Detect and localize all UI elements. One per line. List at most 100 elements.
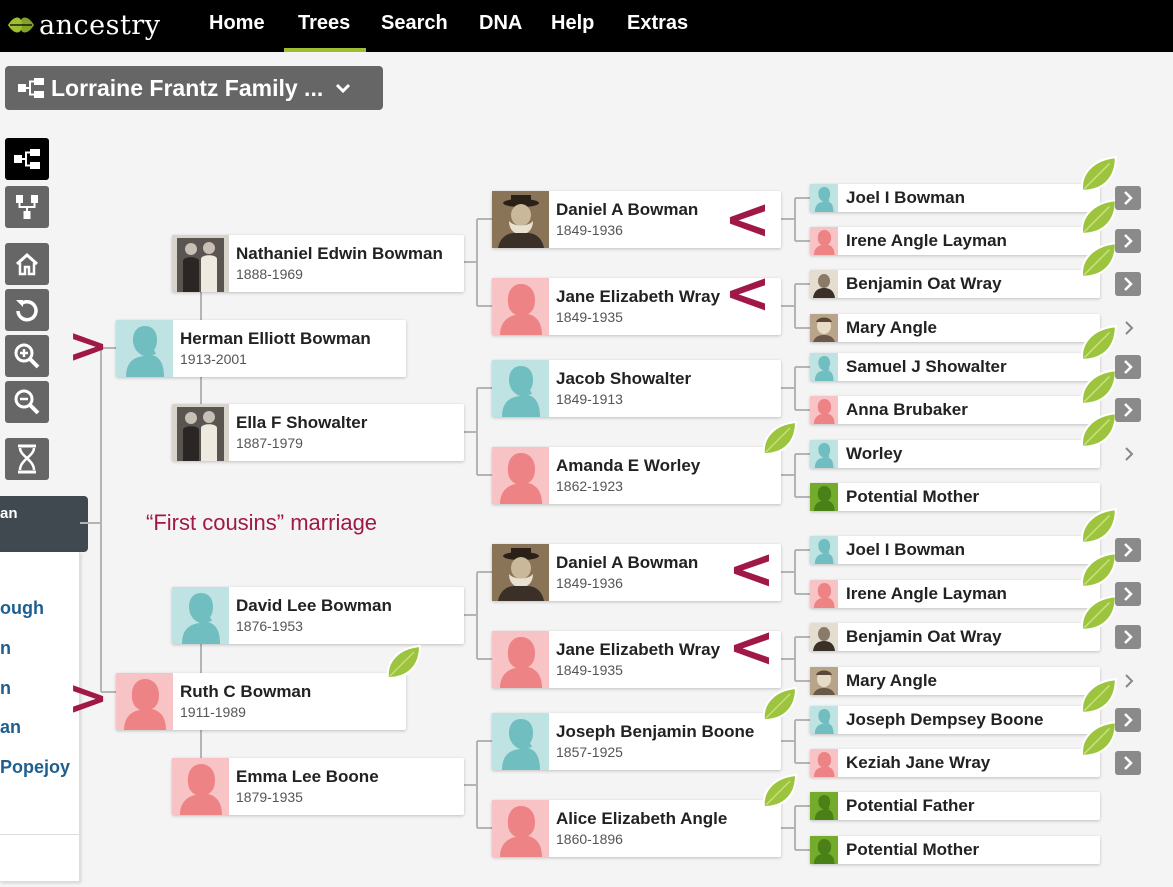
hint-leaf-icon[interactable] <box>760 686 798 722</box>
person-card-nathaniel[interactable]: Nathaniel Edwin Bowman 1888-1969 <box>172 235 464 292</box>
person-card-herman[interactable]: Herman Elliott Bowman 1913-2001 <box>116 320 406 377</box>
person-name: Potential Father <box>846 796 975 815</box>
person-card-anna[interactable]: Anna Brubaker <box>810 396 1100 424</box>
person-name: Benjamin Oat Wray <box>846 274 1002 293</box>
person-card-emma[interactable]: Emma Lee Boone 1879-1935 <box>172 758 464 815</box>
chevron-right-icon[interactable] <box>1115 272 1141 296</box>
annotation-arrow-daniel-2: < <box>728 537 775 602</box>
chevron-right-icon[interactable] <box>1115 229 1141 253</box>
person-card-joseph-dempsey[interactable]: Joseph Dempsey Boone <box>810 706 1100 734</box>
person-name: Mary Angle <box>846 318 938 337</box>
annotation-arrow-herman: > <box>68 318 109 374</box>
person-card-irene-1[interactable]: Irene Angle Layman <box>810 227 1100 255</box>
person-card-potential-mother-2[interactable]: Potential Mother <box>810 836 1100 864</box>
person-name: Alice Elizabeth Angle <box>556 809 728 828</box>
person-name: Jane Elizabeth Wray <box>556 640 721 659</box>
person-card-jacob[interactable]: Jacob Showalter 1849-1913 <box>492 360 781 417</box>
person-card-potential-mother-1[interactable]: Potential Mother <box>810 483 1100 511</box>
person-name: Amanda E Worley <box>556 456 701 475</box>
female-silhouette-icon <box>172 758 229 815</box>
person-dates: 1888-1969 <box>236 266 303 282</box>
chevron-right-icon[interactable] <box>1122 671 1136 691</box>
chevron-right-icon[interactable] <box>1115 538 1141 562</box>
person-name: Samuel J Showalter <box>846 357 1007 376</box>
male-silhouette-icon <box>172 587 229 644</box>
hint-leaf-icon[interactable] <box>1078 411 1118 449</box>
chevron-right-icon[interactable] <box>1115 582 1141 606</box>
chevron-right-icon[interactable] <box>1115 751 1141 775</box>
person-name: Joel I Bowman <box>846 540 966 559</box>
person-dates: 1849-1936 <box>556 222 623 238</box>
annotation-arrow-daniel-1: < <box>724 187 771 252</box>
person-photo <box>810 667 838 695</box>
person-photo <box>810 270 838 298</box>
person-photo <box>810 314 838 342</box>
person-card-benjamin-1[interactable]: Benjamin Oat Wray <box>810 270 1100 298</box>
person-name: Daniel A Bowman <box>556 200 699 219</box>
hint-leaf-icon[interactable] <box>1078 551 1118 589</box>
person-photo <box>172 235 229 292</box>
hint-leaf-icon[interactable] <box>384 644 422 680</box>
female-silhouette-icon <box>810 227 838 255</box>
person-dates: 1879-1935 <box>236 789 303 805</box>
person-card-amanda[interactable]: Amanda E Worley 1862-1923 <box>492 447 781 504</box>
annotation-label: “First cousins” marriage <box>146 510 378 535</box>
hint-leaf-icon[interactable] <box>760 773 798 809</box>
person-photo <box>492 544 549 601</box>
person-dates: 1849-1913 <box>556 391 623 407</box>
chevron-right-icon[interactable] <box>1122 444 1136 464</box>
potential-parent-icon <box>810 792 838 820</box>
person-card-samuel[interactable]: Samuel J Showalter <box>810 353 1100 381</box>
hint-leaf-icon[interactable] <box>1078 241 1118 279</box>
person-card-irene-2[interactable]: Irene Angle Layman <box>810 580 1100 608</box>
hint-leaf-icon[interactable] <box>760 420 798 456</box>
person-name: Ruth C Bowman <box>180 682 312 701</box>
hint-leaf-icon[interactable] <box>1078 594 1118 632</box>
person-card-mary-2[interactable]: Mary Angle <box>810 667 1100 695</box>
person-name: Daniel A Bowman <box>556 553 699 572</box>
person-card-ella[interactable]: Ella F Showalter 1887-1979 <box>172 404 464 461</box>
person-card-benjamin-2[interactable]: Benjamin Oat Wray <box>810 623 1100 651</box>
person-card-mary-1[interactable]: Mary Angle <box>810 314 1100 342</box>
person-dates: 1849-1935 <box>556 662 623 678</box>
person-name: Anna Brubaker <box>846 400 968 419</box>
hint-leaf-icon[interactable] <box>1078 677 1118 715</box>
hint-leaf-icon[interactable] <box>1078 368 1118 406</box>
person-name: Joel I Bowman <box>846 188 966 207</box>
hint-leaf-icon[interactable] <box>1078 198 1118 236</box>
female-silhouette-icon <box>810 396 838 424</box>
person-card-joel-1[interactable]: Joel I Bowman <box>810 184 1100 212</box>
person-card-joel-2[interactable]: Joel I Bowman <box>810 536 1100 564</box>
person-card-joseph[interactable]: Joseph Benjamin Boone 1857-1925 <box>492 713 781 770</box>
hint-leaf-icon[interactable] <box>1078 155 1118 193</box>
hint-leaf-icon[interactable] <box>1078 324 1118 362</box>
chevron-right-icon[interactable] <box>1115 186 1141 210</box>
male-silhouette-icon <box>492 713 549 770</box>
annotation-arrow-ruth: > <box>68 670 109 726</box>
person-name: Joseph Benjamin Boone <box>556 722 755 741</box>
chevron-right-icon[interactable] <box>1122 318 1136 338</box>
person-card-potential-father[interactable]: Potential Father <box>810 792 1100 820</box>
person-name: Jane Elizabeth Wray <box>556 287 721 306</box>
person-dates: 1849-1936 <box>556 575 623 591</box>
chevron-right-icon[interactable] <box>1115 625 1141 649</box>
person-card-keziah[interactable]: Keziah Jane Wray <box>810 749 1100 777</box>
chevron-right-icon[interactable] <box>1115 355 1141 379</box>
person-name: Benjamin Oat Wray <box>846 627 1002 646</box>
person-card-ruth[interactable]: Ruth C Bowman 1911-1989 <box>116 673 406 730</box>
hint-leaf-icon[interactable] <box>1078 507 1118 545</box>
person-card-alice[interactable]: Alice Elizabeth Angle 1860-1896 <box>492 800 781 857</box>
person-name: Potential Mother <box>846 840 980 859</box>
person-dates: 1860-1896 <box>556 831 623 847</box>
male-silhouette-icon <box>492 360 549 417</box>
person-dates: 1862-1923 <box>556 478 623 494</box>
person-card-david[interactable]: David Lee Bowman 1876-1953 <box>172 587 464 644</box>
person-card-worley[interactable]: Worley <box>810 440 1100 468</box>
person-photo <box>810 623 838 651</box>
chevron-right-icon[interactable] <box>1115 398 1141 422</box>
chevron-right-icon[interactable] <box>1115 708 1141 732</box>
male-silhouette-icon <box>116 320 173 377</box>
person-name: Herman Elliott Bowman <box>180 329 371 348</box>
hint-leaf-icon[interactable] <box>1078 720 1118 758</box>
person-photo <box>172 404 229 461</box>
